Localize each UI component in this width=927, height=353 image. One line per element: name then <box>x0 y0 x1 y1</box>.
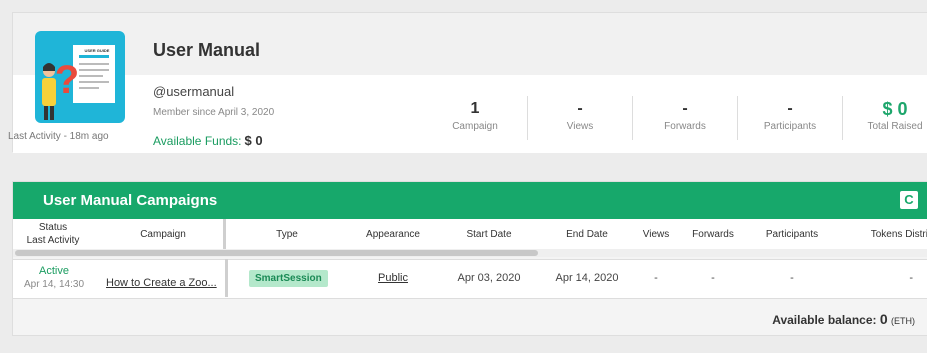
available-balance-unit: (ETH) <box>891 316 915 326</box>
available-balance-value: 0 <box>879 311 888 327</box>
available-balance: Available balance: 0 (ETH) <box>772 311 915 327</box>
svg-text:?: ? <box>55 58 79 102</box>
table-row[interactable]: Active Apr 14, 14:30 How to Create a Zoo… <box>13 259 927 299</box>
col-status-label: Status <box>38 222 68 233</box>
svg-text:USER GUIDE: USER GUIDE <box>85 48 110 53</box>
available-funds: Available Funds: $ 0 <box>153 133 263 148</box>
stat-views-value: - <box>577 100 583 117</box>
stat-total-raised: $ 0 Total Raised <box>842 96 927 140</box>
available-balance-label: Available balance: <box>772 313 877 327</box>
col-type[interactable]: Type <box>257 229 317 240</box>
col-end-date[interactable]: End Date <box>547 229 627 240</box>
row-participants: - <box>790 272 794 284</box>
refresh-icon[interactable]: C <box>900 191 918 209</box>
scrollbar-thumb[interactable] <box>15 250 538 256</box>
col-start-date[interactable]: Start Date <box>449 229 529 240</box>
stat-forwards: - Forwards <box>632 96 737 140</box>
type-badge: SmartSession <box>249 270 328 287</box>
user-manual-avatar: USER GUIDE ? <box>35 31 125 123</box>
stat-campaign-value: 1 <box>470 100 480 117</box>
row-campaign-link[interactable]: How to Create a Zoo... <box>106 277 218 289</box>
row-type: SmartSession <box>249 270 328 287</box>
column-divider <box>223 219 226 250</box>
stat-views-label: Views <box>566 121 594 132</box>
campaigns-title: User Manual Campaigns <box>43 192 218 209</box>
row-status: Active Apr 14, 14:30 <box>23 265 85 290</box>
col-appearance[interactable]: Appearance <box>353 229 433 240</box>
profile-stats: 1 Campaign - Views - Forwards - Particip… <box>423 96 927 140</box>
profile-name: User Manual <box>153 40 261 60</box>
member-since: Member since April 3, 2020 <box>153 107 275 118</box>
row-appearance-link[interactable]: Public <box>353 272 433 284</box>
row-tokens: - <box>909 272 913 284</box>
profile-handle: @usermanual <box>153 84 235 99</box>
table-header: Status Last Activity Campaign Type Appea… <box>13 219 927 250</box>
stat-forwards-value: - <box>682 100 688 117</box>
row-column-divider <box>225 259 228 297</box>
row-start-date: Apr 03, 2020 <box>457 272 521 284</box>
last-activity: Last Activity - 18m ago <box>8 131 109 142</box>
row-status-value: Active <box>39 265 69 277</box>
row-views: - <box>654 272 658 284</box>
stat-participants: - Participants <box>737 96 842 140</box>
available-funds-value: $ 0 <box>244 133 263 148</box>
col-participants[interactable]: Participants <box>757 229 827 240</box>
col-views[interactable]: Views <box>635 229 677 240</box>
horizontal-scrollbar[interactable] <box>13 249 927 257</box>
profile-card: USER GUIDE ? User Manual @usermanual Mem… <box>12 12 927 153</box>
col-last-activity-label: Last Activity <box>26 235 80 246</box>
row-forwards: - <box>711 272 715 284</box>
row-end-date: Apr 14, 2020 <box>555 272 619 284</box>
col-forwards[interactable]: Forwards <box>683 229 743 240</box>
campaigns-header: User Manual Campaigns C <box>13 182 927 219</box>
stat-total-raised-label: Total Raised <box>867 121 923 132</box>
col-status[interactable]: Status Last Activity <box>23 222 83 246</box>
stat-forwards-label: Forwards <box>664 121 706 132</box>
stat-participants-value: - <box>787 100 793 117</box>
col-campaign[interactable]: Campaign <box>123 229 203 240</box>
campaigns-panel: User Manual Campaigns C Status Last Acti… <box>12 181 927 336</box>
available-funds-label: Available Funds: <box>153 134 242 148</box>
stat-campaign: 1 Campaign <box>423 96 527 140</box>
col-tokens-distributed[interactable]: Tokens Distri <box>843 229 927 240</box>
stat-total-raised-value: $ 0 <box>882 99 908 119</box>
stat-views: - Views <box>527 96 632 140</box>
stat-campaign-label: Campaign <box>452 121 498 132</box>
stat-participants-label: Participants <box>763 121 817 132</box>
row-last-activity: Apr 14, 14:30 <box>23 279 85 290</box>
